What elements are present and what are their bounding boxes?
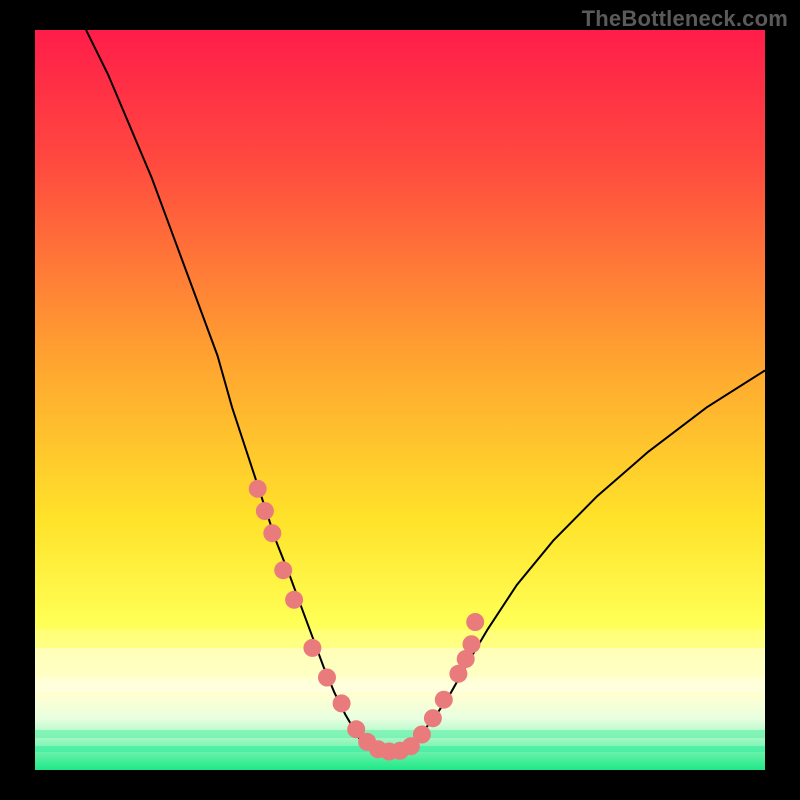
marker-dot [274, 561, 292, 579]
marker-dot [318, 669, 336, 687]
v-curve [86, 30, 765, 752]
bottleneck-curve [86, 30, 765, 752]
plot-area [35, 30, 765, 770]
marker-dot [249, 480, 267, 498]
marker-dot [435, 691, 453, 709]
marker-dot [285, 591, 303, 609]
marker-dot [413, 726, 431, 744]
marker-dot [424, 709, 442, 727]
watermark-text: TheBottleneck.com [582, 6, 788, 32]
marker-dot [333, 694, 351, 712]
marker-dot [263, 524, 281, 542]
marker-dot [256, 502, 274, 520]
marker-dot [303, 639, 321, 657]
marker-dot [466, 613, 484, 631]
curve-layer [35, 30, 765, 770]
marker-dot [463, 635, 481, 653]
marker-dots [249, 480, 485, 761]
